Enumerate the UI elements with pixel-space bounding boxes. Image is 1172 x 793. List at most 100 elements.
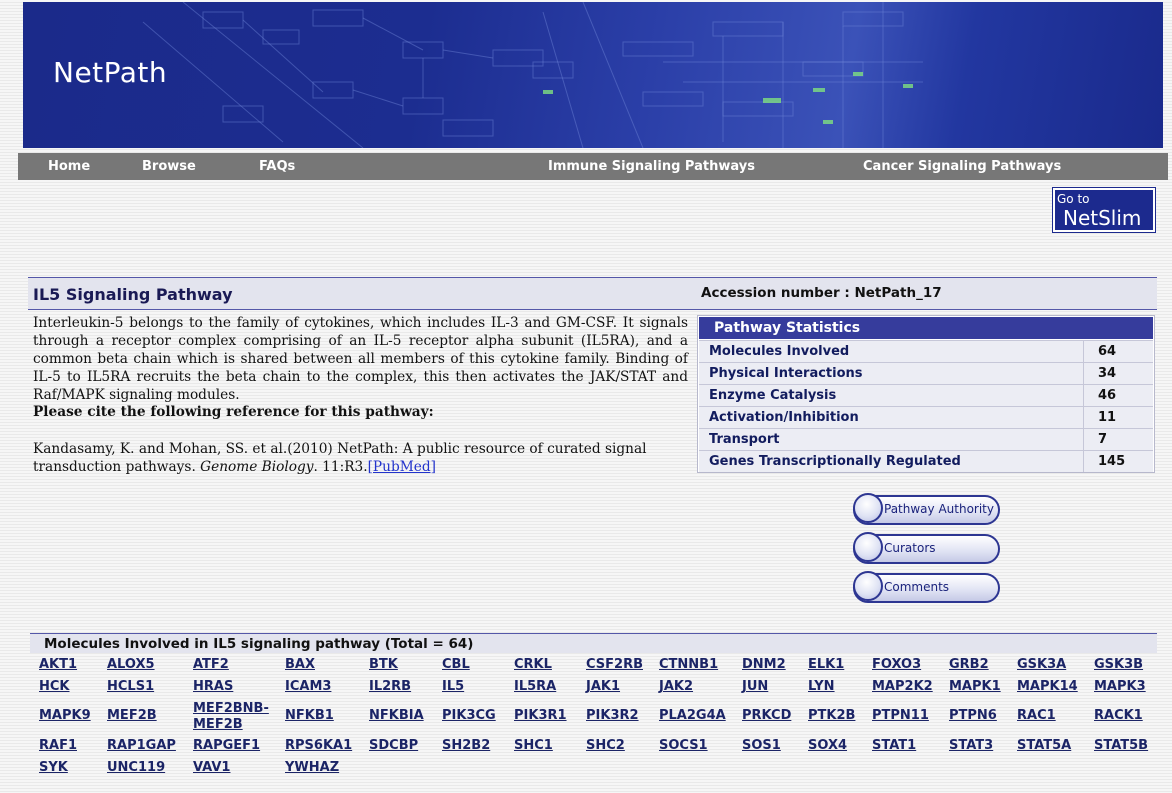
stat-row: Molecules Involved 64 — [699, 340, 1153, 362]
stat-row: Transport 7 — [699, 428, 1153, 450]
nav-browse[interactable]: Browse — [142, 159, 196, 174]
molecule-link[interactable]: GSK3A — [1017, 657, 1066, 673]
molecule-link[interactable]: PTPN6 — [949, 708, 997, 724]
molecule-link[interactable]: STAT1 — [872, 738, 916, 754]
molecule-link[interactable]: ATF2 — [193, 657, 229, 673]
molecule-link[interactable]: PIK3R2 — [586, 708, 639, 724]
accession-number: Accession number : NetPath_17 — [701, 285, 942, 301]
stat-value: 46 — [1083, 385, 1153, 406]
nav-immune-pathways[interactable]: Immune Signaling Pathways — [548, 159, 755, 174]
molecule-link[interactable]: IL2RB — [369, 679, 411, 695]
molecule-link[interactable]: PTPN11 — [872, 708, 929, 724]
main-nav: Home Browse FAQs Immune Signaling Pathwa… — [18, 153, 1168, 180]
molecule-link[interactable]: PLA2G4A — [659, 708, 726, 724]
molecule-link[interactable]: SH2B2 — [442, 738, 490, 754]
molecule-link[interactable]: UNC119 — [107, 760, 165, 776]
molecule-link[interactable]: NFKB1 — [285, 708, 334, 724]
molecule-link[interactable]: MAPK14 — [1017, 679, 1078, 695]
stat-row: Genes Transcriptionally Regulated 145 — [699, 450, 1153, 472]
molecules-header: Molecules Involved in IL5 signaling path… — [30, 633, 1157, 653]
stat-value: 7 — [1083, 429, 1153, 450]
molecule-link[interactable]: JAK2 — [659, 679, 693, 695]
molecule-link[interactable]: NFKBIA — [369, 708, 424, 724]
molecule-link[interactable]: YWHAZ — [285, 760, 339, 776]
molecule-link[interactable]: ALOX5 — [107, 657, 155, 673]
molecule-link[interactable]: PTK2B — [808, 708, 855, 724]
netslim-name: NetSlim — [1063, 206, 1142, 230]
molecule-link[interactable]: SDCBP — [369, 738, 418, 754]
molecule-link[interactable]: RAP1GAP — [107, 738, 176, 754]
banner-pathway-diagram — [142, 2, 923, 148]
molecule-link[interactable]: HRAS — [193, 679, 233, 695]
molecule-link[interactable]: VAV1 — [193, 760, 230, 776]
molecule-link[interactable]: FOXO3 — [872, 657, 921, 673]
molecule-link[interactable]: SHC2 — [586, 738, 625, 754]
molecule-link[interactable]: CTNNB1 — [659, 657, 718, 673]
molecule-link[interactable]: GSK3B — [1094, 657, 1143, 673]
pathway-title: IL5 Signaling Pathway — [33, 285, 233, 304]
stat-row: Enzyme Catalysis 46 — [699, 384, 1153, 406]
molecule-link[interactable]: MAP2K2 — [872, 679, 933, 695]
molecule-link[interactable]: MAPK9 — [39, 708, 91, 724]
molecule-link[interactable]: BTK — [369, 657, 398, 673]
molecule-link[interactable]: RAC1 — [1017, 708, 1056, 724]
molecule-link[interactable]: IL5RA — [514, 679, 556, 695]
molecule-link[interactable]: ELK1 — [808, 657, 844, 673]
molecule-link[interactable]: DNM2 — [742, 657, 786, 673]
stat-value: 64 — [1083, 341, 1153, 362]
molecule-link[interactable]: STAT5A — [1017, 738, 1071, 754]
molecule-link[interactable]: HCLS1 — [107, 679, 154, 695]
molecule-link[interactable]: AKT1 — [39, 657, 77, 673]
molecule-link[interactable]: SHC1 — [514, 738, 553, 754]
molecule-link[interactable]: RACK1 — [1094, 708, 1143, 724]
comments-button[interactable]: Comments — [853, 571, 1000, 603]
comments-label: Comments — [884, 580, 950, 594]
molecule-link[interactable]: MAPK3 — [1094, 679, 1146, 695]
molecule-link[interactable]: ICAM3 — [285, 679, 331, 695]
molecule-link[interactable]: RAPGEF1 — [193, 738, 260, 754]
button-knob — [853, 493, 883, 523]
pathway-authority-button[interactable]: Pathway Authority — [853, 493, 1000, 525]
citation-volume: . 11:R3. — [313, 459, 368, 475]
stat-row: Activation/Inhibition 11 — [699, 406, 1153, 428]
site-title: NetPath — [53, 56, 168, 89]
stat-value: 34 — [1083, 363, 1153, 384]
molecule-link[interactable]: SOS1 — [742, 738, 781, 754]
molecule-link[interactable]: SOX4 — [808, 738, 847, 754]
nav-cancer-pathways[interactable]: Cancer Signaling Pathways — [863, 159, 1061, 174]
netslim-link[interactable]: Go to NetSlim — [1052, 187, 1156, 233]
molecule-link[interactable]: PIK3R1 — [514, 708, 567, 724]
stat-value: 11 — [1083, 407, 1153, 428]
molecule-link[interactable]: RAF1 — [39, 738, 77, 754]
molecule-link[interactable]: JUN — [742, 679, 768, 695]
molecule-link[interactable]: CBL — [442, 657, 470, 673]
stat-label: Physical Interactions — [709, 366, 863, 381]
nav-home[interactable]: Home — [48, 159, 90, 174]
curators-button[interactable]: Curators — [853, 532, 1000, 564]
button-knob — [853, 571, 883, 601]
molecule-link[interactable]: HCK — [39, 679, 70, 695]
molecule-link[interactable]: PRKCD — [742, 708, 791, 724]
molecule-link[interactable]: CSF2RB — [586, 657, 643, 673]
molecule-link[interactable]: SOCS1 — [659, 738, 708, 754]
molecule-link[interactable]: BAX — [285, 657, 315, 673]
molecule-link[interactable]: JAK1 — [586, 679, 620, 695]
molecule-link[interactable]: IL5 — [442, 679, 464, 695]
molecule-link[interactable]: MEF2BNB-MEF2B — [193, 701, 273, 733]
molecules-heading: Molecules Involved in IL5 signaling path… — [44, 636, 474, 652]
statistics-title: Pathway Statistics — [699, 317, 1153, 339]
molecule-link[interactable]: MAPK1 — [949, 679, 1001, 695]
molecule-link[interactable]: GRB2 — [949, 657, 989, 673]
nav-faqs[interactable]: FAQs — [259, 159, 295, 174]
pubmed-link[interactable]: [PubMed] — [368, 459, 436, 475]
molecule-link[interactable]: LYN — [808, 679, 835, 695]
molecule-link[interactable]: PIK3CG — [442, 708, 496, 724]
molecule-link[interactable]: SYK — [39, 760, 68, 776]
molecule-link[interactable]: RPS6KA1 — [285, 738, 352, 754]
stat-label: Genes Transcriptionally Regulated — [709, 454, 961, 469]
molecule-link[interactable]: STAT3 — [949, 738, 993, 754]
stat-label: Transport — [709, 432, 780, 447]
molecule-link[interactable]: MEF2B — [107, 708, 157, 724]
molecule-link[interactable]: CRKL — [514, 657, 552, 673]
molecule-link[interactable]: STAT5B — [1094, 738, 1148, 754]
